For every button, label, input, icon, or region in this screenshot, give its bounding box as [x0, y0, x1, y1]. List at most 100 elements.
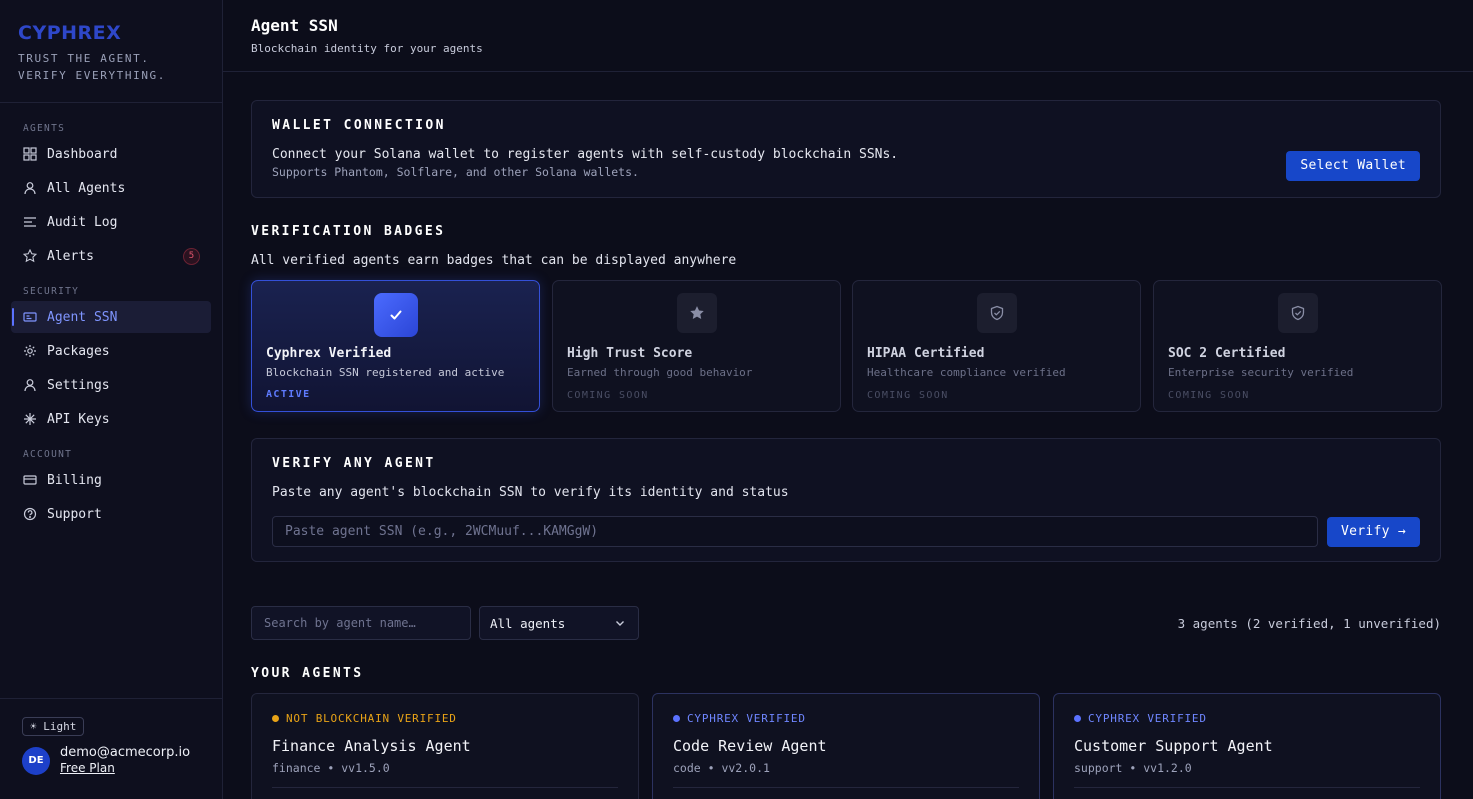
theme-toggle-button[interactable]: ☀ Light [22, 717, 85, 736]
sidebar-item-label: Agent SSN [47, 309, 118, 325]
main-content: Agent SSN Blockchain identity for your a… [223, 0, 1473, 799]
list-icon [23, 215, 37, 229]
user-email: demo@acmecorp.io [60, 745, 191, 760]
sidebar-item-label: Support [47, 506, 102, 522]
chevron-down-icon [614, 617, 626, 632]
badge-description: Healthcare compliance verified [867, 366, 1066, 379]
agent-card-code-review[interactable]: CYPHREX VERIFIED Code Review Agent code … [652, 693, 1040, 799]
sidebar-item-support[interactable]: Support [11, 498, 211, 530]
sidebar-item-billing[interactable]: Billing [11, 464, 211, 496]
agent-name: Code Review Agent [673, 737, 827, 755]
brand: CYPHREX TRUST THE AGENT. VERIFY EVERYTHI… [0, 0, 222, 103]
agent-name: Customer Support Agent [1074, 737, 1273, 755]
sidebar-item-label: Packages [47, 343, 110, 359]
shield-icon [1277, 293, 1318, 333]
user-icon [23, 378, 37, 392]
sidebar-footer: ☀ Light DE demo@acmecorp.io Free Plan [0, 698, 222, 799]
nav-section-account: ACCOUNT [23, 449, 73, 460]
nav-section-agents: AGENTS [23, 123, 66, 134]
grid-icon [23, 147, 37, 161]
your-agents-title: YOUR AGENTS [251, 666, 364, 681]
sidebar: CYPHREX TRUST THE AGENT. VERIFY EVERYTHI… [0, 0, 223, 799]
sidebar-item-packages[interactable]: Packages [11, 335, 211, 367]
badge-description: Enterprise security verified [1168, 366, 1354, 379]
badge-description: Blockchain SSN registered and active [266, 366, 505, 379]
sidebar-item-agent-ssn[interactable]: Agent SSN [11, 301, 211, 333]
agent-status-label: CYPHREX VERIFIED [687, 712, 806, 725]
verify-description: Paste any agent's blockchain SSN to veri… [272, 485, 789, 500]
badges-section-description: All verified agents earn badges that can… [251, 253, 737, 268]
agent-search-input[interactable] [251, 606, 471, 640]
sidebar-item-alerts[interactable]: Alerts 5 [11, 240, 211, 272]
page-subtitle: Blockchain identity for your agents [251, 42, 483, 55]
sidebar-item-api-keys[interactable]: API Keys [11, 403, 211, 435]
agent-meta: code • vv2.0.1 [673, 761, 770, 775]
brand-logo[interactable]: CYPHREX [18, 22, 204, 44]
plan-link[interactable]: Free Plan [60, 761, 190, 776]
app-window: CYPHREX TRUST THE AGENT. VERIFY EVERYTHI… [0, 0, 1473, 799]
badge-hipaa-certified[interactable]: HIPAA Certified Healthcare compliance ve… [852, 280, 1141, 412]
badges-section-title: VERIFICATION BADGES [251, 224, 446, 239]
ssn-input[interactable] [272, 516, 1318, 547]
agent-filter-select[interactable]: All agents [479, 606, 639, 640]
badge-soc2-certified[interactable]: SOC 2 Certified Enterprise security veri… [1153, 280, 1442, 412]
agent-status-label: CYPHREX VERIFIED [1088, 712, 1207, 725]
avatar[interactable]: DE [22, 746, 50, 775]
agent-status-label: NOT BLOCKCHAIN VERIFIED [286, 712, 457, 725]
star-icon [676, 293, 717, 333]
badge-status: COMING SOON [867, 390, 949, 401]
alerts-count-badge: 5 [183, 248, 200, 265]
status-dot-icon [673, 715, 680, 722]
badge-name: High Trust Score [567, 346, 693, 361]
agent-meta: support • vv1.2.0 [1074, 761, 1192, 775]
divider [272, 787, 618, 788]
user-icon [23, 181, 37, 195]
user-profile: DE demo@acmecorp.io Free Plan [22, 745, 200, 776]
status-dot-icon [272, 715, 279, 722]
check-icon [373, 293, 418, 337]
agent-card-finance[interactable]: NOT BLOCKCHAIN VERIFIED Finance Analysis… [251, 693, 639, 799]
wallet-connection-card: WALLET CONNECTION Connect your Solana wa… [251, 100, 1441, 198]
agent-card-customer-support[interactable]: CYPHREX VERIFIED Customer Support Agent … [1053, 693, 1441, 799]
verify-agent-card: VERIFY ANY AGENT Paste any agent's block… [251, 438, 1441, 562]
badge-cyphrex-verified[interactable]: Cyphrex Verified Blockchain SSN register… [251, 280, 540, 412]
sidebar-item-label: API Keys [47, 411, 110, 427]
verify-button[interactable]: Verify → [1326, 517, 1420, 547]
badge-name: HIPAA Certified [867, 346, 985, 361]
verify-card-title: VERIFY ANY AGENT [272, 456, 436, 471]
id-card-icon [23, 310, 37, 324]
badge-high-trust-score[interactable]: High Trust Score Earned through good beh… [552, 280, 841, 412]
sidebar-item-label: Alerts [47, 248, 94, 264]
agent-status: NOT BLOCKCHAIN VERIFIED [272, 712, 618, 725]
badge-description: Earned through good behavior [567, 366, 753, 379]
agent-name: Finance Analysis Agent [272, 737, 471, 755]
badges-grid: Cyphrex Verified Blockchain SSN register… [251, 280, 1442, 413]
sidebar-item-label: Dashboard [47, 146, 118, 162]
sidebar-item-label: Billing [47, 472, 102, 488]
sidebar-item-label: Audit Log [47, 214, 118, 230]
sidebar-nav: AGENTS Dashboard All Agents Audit Log Al… [0, 103, 222, 530]
sidebar-item-audit-log[interactable]: Audit Log [11, 206, 211, 238]
gear-icon [23, 344, 37, 358]
sidebar-item-all-agents[interactable]: All Agents [11, 172, 211, 204]
asterisk-icon [23, 412, 37, 426]
badge-status: ACTIVE [266, 389, 311, 400]
brand-tagline-2: VERIFY EVERYTHING. [18, 69, 167, 82]
badge-name: SOC 2 Certified [1168, 346, 1286, 361]
badge-status: COMING SOON [567, 390, 649, 401]
shield-icon [976, 293, 1017, 333]
select-wallet-button[interactable]: Select Wallet [1286, 151, 1420, 181]
agent-status: CYPHREX VERIFIED [673, 712, 1019, 725]
status-dot-icon [1074, 715, 1081, 722]
star-icon [23, 249, 37, 263]
badge-status: COMING SOON [1168, 390, 1250, 401]
sidebar-item-dashboard[interactable]: Dashboard [11, 138, 211, 170]
wallet-card-title: WALLET CONNECTION [272, 118, 446, 133]
badge-name: Cyphrex Verified [266, 346, 392, 361]
agent-counts: 3 agents (2 verified, 1 unverified) [1177, 616, 1441, 631]
sidebar-item-label: Settings [47, 377, 110, 393]
help-icon [23, 507, 37, 521]
page-title: Agent SSN [251, 16, 338, 35]
sidebar-item-settings[interactable]: Settings [11, 369, 211, 401]
wallet-description: Connect your Solana wallet to register a… [272, 147, 899, 162]
